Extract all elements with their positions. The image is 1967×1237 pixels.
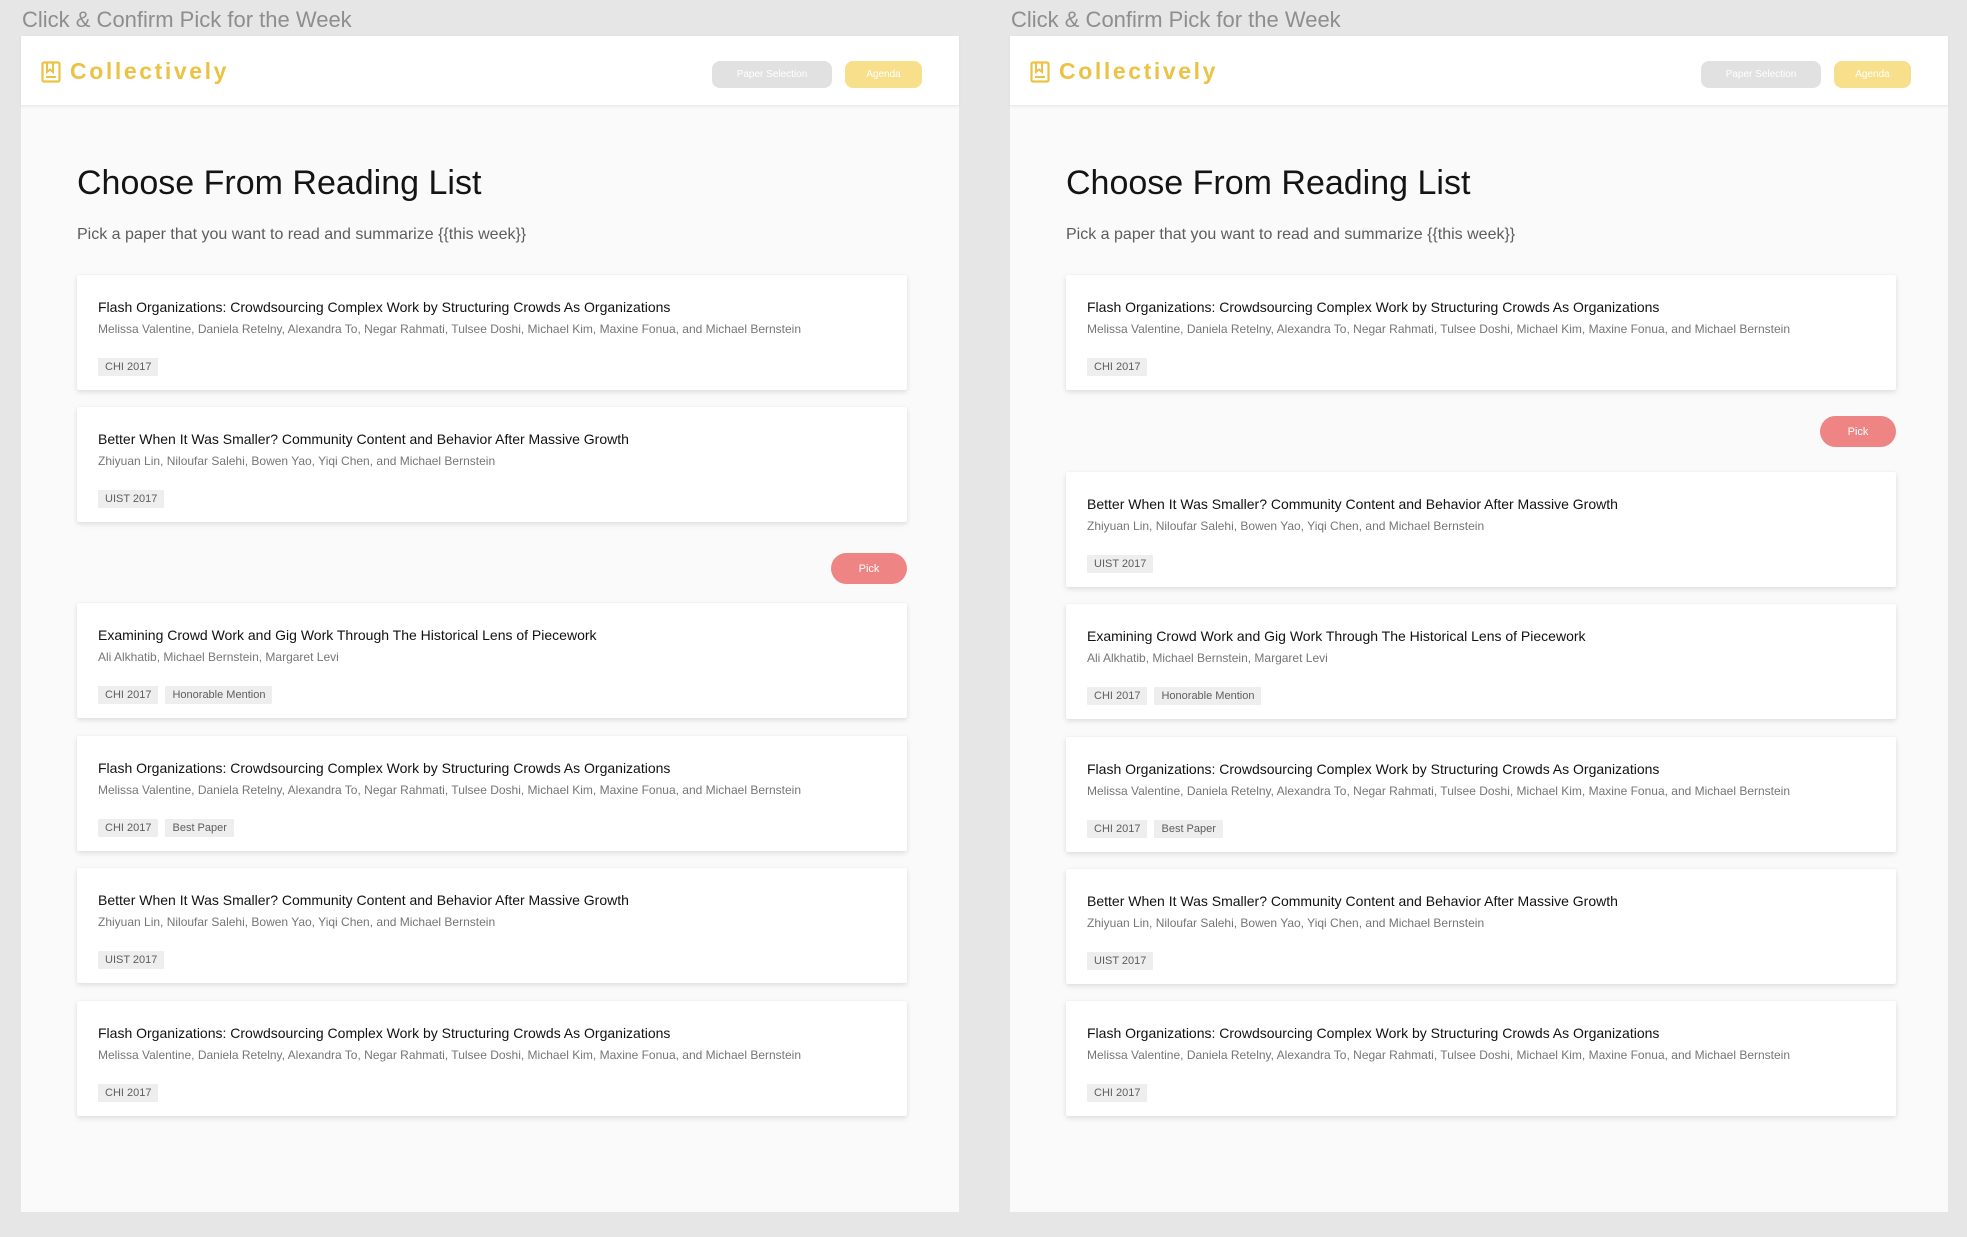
paper-tags: CHI 2017 (1087, 358, 1154, 376)
artboard-left: Click & Confirm Pick for the Week Collec… (21, 0, 959, 1212)
brand-name: Collectively (70, 58, 230, 84)
paper-title: Flash Organizations: Crowdsourcing Compl… (1087, 1025, 1660, 1041)
paper-title: Examining Crowd Work and Gig Work Throug… (98, 627, 597, 643)
app-frame: Collectively Paper Selection Agenda Choo… (21, 36, 959, 1212)
artboard-right: Click & Confirm Pick for the Week Collec… (1010, 0, 1948, 1212)
paper-card[interactable]: Flash Organizations: Crowdsourcing Compl… (77, 275, 907, 390)
page-subtitle: Pick a paper that you want to read and s… (1066, 226, 1516, 243)
paper-authors: Zhiyuan Lin, Niloufar Salehi, Bowen Yao,… (1087, 519, 1485, 533)
paper-authors: Ali Alkhatib, Michael Bernstein, Margare… (98, 650, 339, 664)
paper-tags: UIST 2017 (98, 490, 171, 508)
paper-title: Flash Organizations: Crowdsourcing Compl… (1087, 299, 1660, 315)
paper-card[interactable]: Examining Crowd Work and Gig Work Throug… (1066, 604, 1896, 719)
paper-card[interactable]: Flash Organizations: Crowdsourcing Compl… (77, 736, 907, 851)
artboard-label: Click & Confirm Pick for the Week (22, 7, 352, 32)
paper-title: Better When It Was Smaller? Community Co… (98, 431, 629, 447)
paper-authors: Melissa Valentine, Daniela Retelny, Alex… (98, 322, 802, 336)
brand-logo[interactable]: Collectively (1030, 60, 1218, 83)
venue-tag: CHI 2017 (1087, 1084, 1148, 1102)
top-bar: Collectively Paper Selection Agenda (1010, 36, 1948, 106)
paper-title: Flash Organizations: Crowdsourcing Compl… (98, 760, 671, 776)
pick-button[interactable]: Pick (1820, 416, 1896, 447)
paper-card[interactable]: Flash Organizations: Crowdsourcing Compl… (1066, 275, 1896, 390)
paper-authors: Melissa Valentine, Daniela Retelny, Alex… (1087, 784, 1791, 798)
paper-card[interactable]: Flash Organizations: Crowdsourcing Compl… (1066, 737, 1896, 852)
venue-tag: UIST 2017 (1087, 555, 1154, 573)
paper-card[interactable]: Better When It Was Smaller? Community Co… (77, 868, 907, 983)
paper-title: Examining Crowd Work and Gig Work Throug… (1087, 628, 1586, 644)
bookmark-book-icon (1030, 60, 1050, 83)
paper-title: Flash Organizations: Crowdsourcing Compl… (98, 299, 671, 315)
award-tag: Best Paper (165, 819, 234, 837)
paper-tags: CHI 2017 Best Paper (1087, 820, 1230, 838)
paper-card[interactable]: Better When It Was Smaller? Community Co… (1066, 869, 1896, 984)
brand-logo[interactable]: Collectively (41, 60, 229, 83)
page-subtitle: Pick a paper that you want to read and s… (77, 226, 527, 243)
paper-authors: Melissa Valentine, Daniela Retelny, Alex… (98, 783, 802, 797)
paper-card[interactable]: Better When It Was Smaller? Community Co… (1066, 472, 1896, 587)
paper-authors: Melissa Valentine, Daniela Retelny, Alex… (1087, 1048, 1791, 1062)
paper-tags: CHI 2017 Honorable Mention (1087, 687, 1268, 705)
award-tag: Best Paper (1154, 820, 1223, 838)
paper-tags: CHI 2017 Honorable Mention (98, 686, 279, 704)
paper-tags: CHI 2017 Best Paper (98, 819, 241, 837)
paper-authors: Melissa Valentine, Daniela Retelny, Alex… (1087, 322, 1791, 336)
paper-selection-button[interactable]: Paper Selection (1701, 61, 1821, 88)
venue-tag: CHI 2017 (98, 686, 159, 704)
venue-tag: CHI 2017 (1087, 687, 1148, 705)
paper-card[interactable]: Better When It Was Smaller? Community Co… (77, 407, 907, 522)
agenda-button[interactable]: Agenda (1834, 61, 1911, 88)
paper-tags: UIST 2017 (98, 951, 171, 969)
top-bar: Collectively Paper Selection Agenda (21, 36, 959, 106)
paper-title: Better When It Was Smaller? Community Co… (98, 892, 629, 908)
agenda-button[interactable]: Agenda (845, 61, 922, 88)
artboard-label: Click & Confirm Pick for the Week (1011, 7, 1341, 32)
paper-tags: CHI 2017 (1087, 1084, 1154, 1102)
paper-card[interactable]: Examining Crowd Work and Gig Work Throug… (77, 603, 907, 718)
venue-tag: CHI 2017 (1087, 820, 1148, 838)
paper-card[interactable]: Flash Organizations: Crowdsourcing Compl… (77, 1001, 907, 1116)
paper-tags: CHI 2017 (98, 358, 165, 376)
venue-tag: CHI 2017 (98, 358, 159, 376)
paper-title: Better When It Was Smaller? Community Co… (1087, 893, 1618, 909)
bookmark-book-icon (41, 60, 61, 83)
paper-tags: CHI 2017 (98, 1084, 165, 1102)
paper-authors: Zhiyuan Lin, Niloufar Salehi, Bowen Yao,… (98, 454, 496, 468)
page-title: Choose From Reading List (1066, 164, 1471, 202)
award-tag: Honorable Mention (1154, 687, 1262, 705)
paper-authors: Zhiyuan Lin, Niloufar Salehi, Bowen Yao,… (1087, 916, 1485, 930)
brand-name: Collectively (1059, 58, 1219, 84)
venue-tag: CHI 2017 (98, 1084, 159, 1102)
paper-authors: Melissa Valentine, Daniela Retelny, Alex… (98, 1048, 802, 1062)
paper-title: Flash Organizations: Crowdsourcing Compl… (1087, 761, 1660, 777)
award-tag: Honorable Mention (165, 686, 273, 704)
paper-selection-button[interactable]: Paper Selection (712, 61, 832, 88)
venue-tag: UIST 2017 (98, 490, 165, 508)
venue-tag: CHI 2017 (98, 819, 159, 837)
venue-tag: UIST 2017 (1087, 952, 1154, 970)
pick-button[interactable]: Pick (831, 553, 907, 584)
paper-authors: Ali Alkhatib, Michael Bernstein, Margare… (1087, 651, 1328, 665)
paper-authors: Zhiyuan Lin, Niloufar Salehi, Bowen Yao,… (98, 915, 496, 929)
venue-tag: UIST 2017 (98, 951, 165, 969)
paper-card[interactable]: Flash Organizations: Crowdsourcing Compl… (1066, 1001, 1896, 1116)
paper-title: Better When It Was Smaller? Community Co… (1087, 496, 1618, 512)
paper-tags: UIST 2017 (1087, 952, 1160, 970)
venue-tag: CHI 2017 (1087, 358, 1148, 376)
app-frame: Collectively Paper Selection Agenda Choo… (1010, 36, 1948, 1212)
page-title: Choose From Reading List (77, 164, 482, 202)
paper-tags: UIST 2017 (1087, 555, 1160, 573)
paper-title: Flash Organizations: Crowdsourcing Compl… (98, 1025, 671, 1041)
